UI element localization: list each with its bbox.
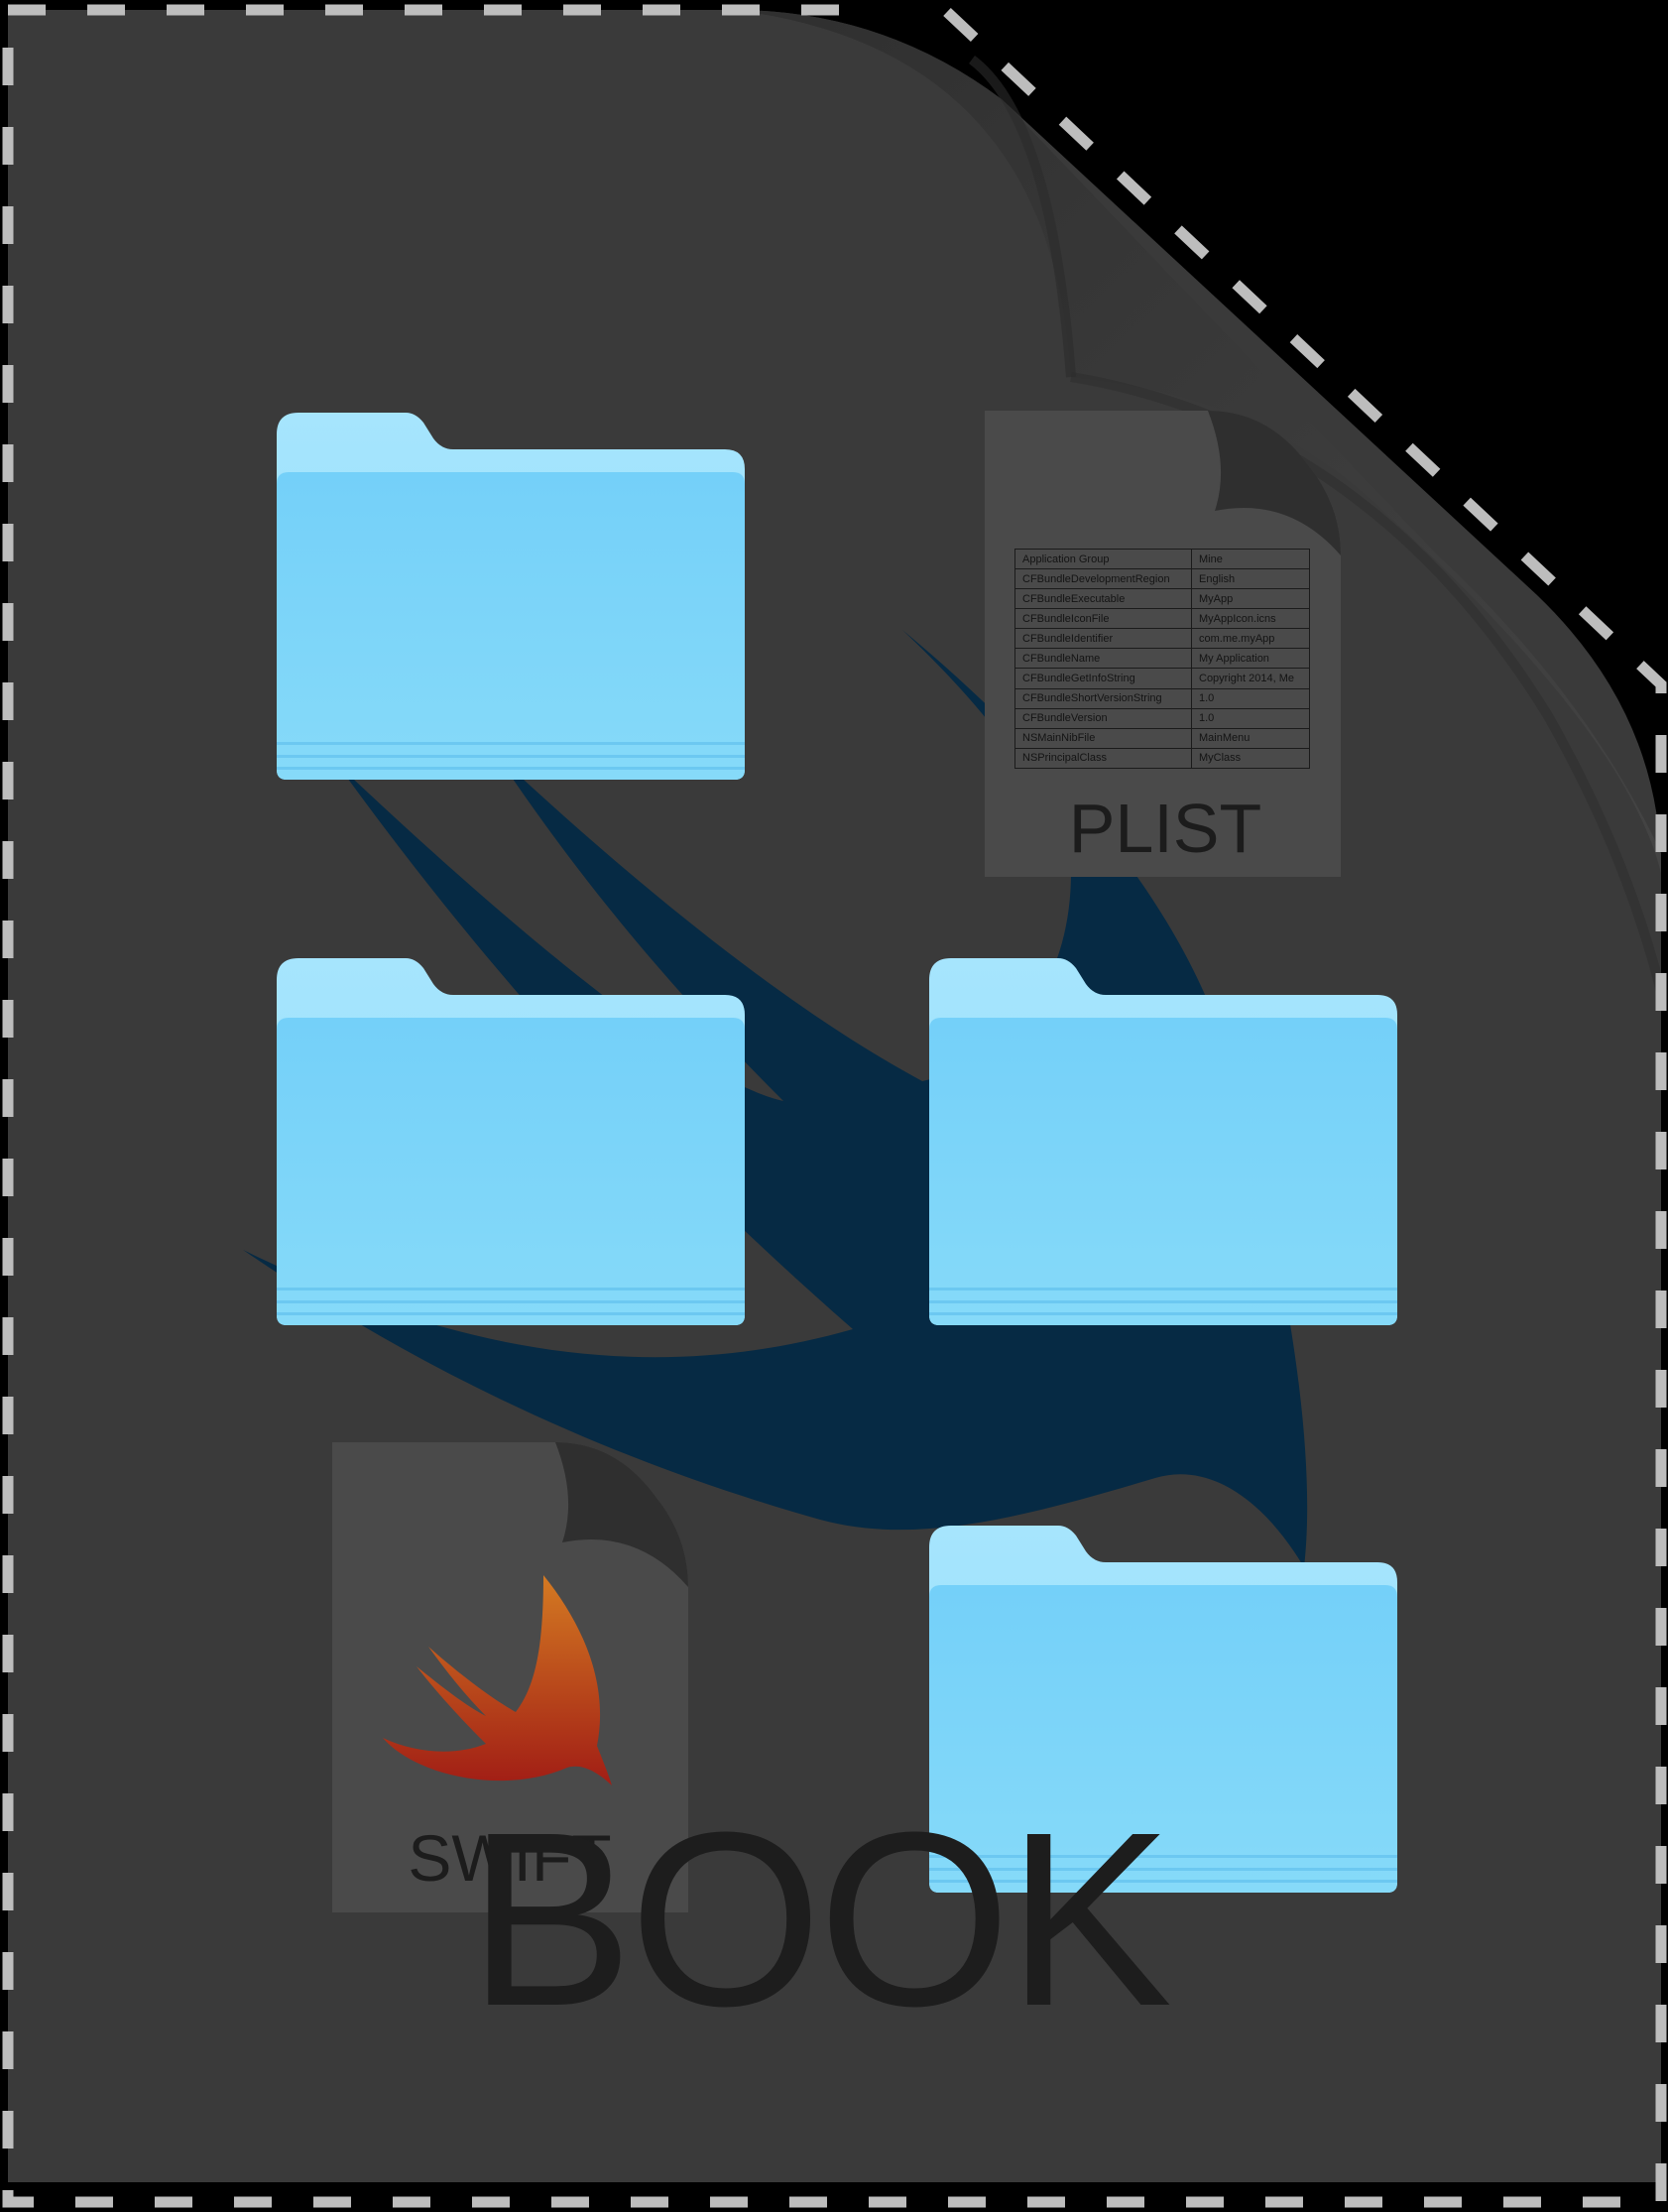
plist-key: CFBundleIconFile [1014, 608, 1192, 630]
plist-value: Mine [1191, 548, 1310, 570]
plist-key: CFBundleDevelopmentRegion [1014, 568, 1192, 590]
plist-key: CFBundleExecutable [1014, 588, 1192, 610]
plist-value: MyApp [1191, 588, 1310, 610]
plist-row: CFBundleExecutable MyApp [1014, 588, 1310, 610]
plist-row: CFBundleIdentifier com.me.myApp [1014, 628, 1310, 650]
plist-row: CFBundleIconFile MyAppIcon.icns [1014, 608, 1310, 630]
plist-key: CFBundleName [1014, 648, 1192, 670]
plist-row: CFBundleVersion 1.0 [1014, 707, 1310, 729]
plist-key: NSMainNibFile [1014, 727, 1192, 749]
plist-key: Application Group [1014, 548, 1192, 570]
document-name-label: BOOK [467, 1781, 1172, 2057]
plist-value: MainMenu [1191, 727, 1310, 749]
plist-row: CFBundleGetInfoString Copyright 2014, Me [1014, 668, 1310, 689]
plist-value: English [1191, 568, 1310, 590]
plist-properties-table: Application Group Mine CFBundleDevelopment… [1014, 548, 1310, 770]
plist-row: CFBundleShortVersionString 1.0 [1014, 687, 1310, 709]
folder-icon[interactable] [929, 958, 1397, 1325]
folder-icon[interactable] [277, 958, 745, 1325]
plist-row: CFBundleDevelopmentRegion English [1014, 568, 1310, 590]
plist-key: CFBundleGetInfoString [1014, 668, 1192, 689]
plist-value: com.me.myApp [1191, 628, 1310, 650]
plist-value: Copyright 2014, Me [1191, 668, 1310, 689]
plist-value: MyAppIcon.icns [1191, 608, 1310, 630]
plist-key: NSPrincipalClass [1014, 747, 1192, 770]
plist-key: CFBundleVersion [1014, 707, 1192, 729]
plist-row: NSMainNibFile MainMenu [1014, 727, 1310, 749]
plist-row: CFBundleName My Application [1014, 648, 1310, 670]
plist-row: NSPrincipalClass MyClass [1014, 747, 1310, 770]
plist-value: 1.0 [1191, 687, 1310, 709]
plist-extension-label: PLIST [1068, 790, 1262, 867]
folder-icon[interactable] [277, 413, 745, 780]
plist-key: CFBundleShortVersionString [1014, 687, 1192, 709]
plist-value: 1.0 [1191, 707, 1310, 729]
plist-value: My Application [1191, 648, 1310, 670]
plist-value: MyClass [1191, 747, 1310, 770]
plist-row: Application Group Mine [1014, 548, 1310, 570]
plist-key: CFBundleIdentifier [1014, 628, 1192, 650]
